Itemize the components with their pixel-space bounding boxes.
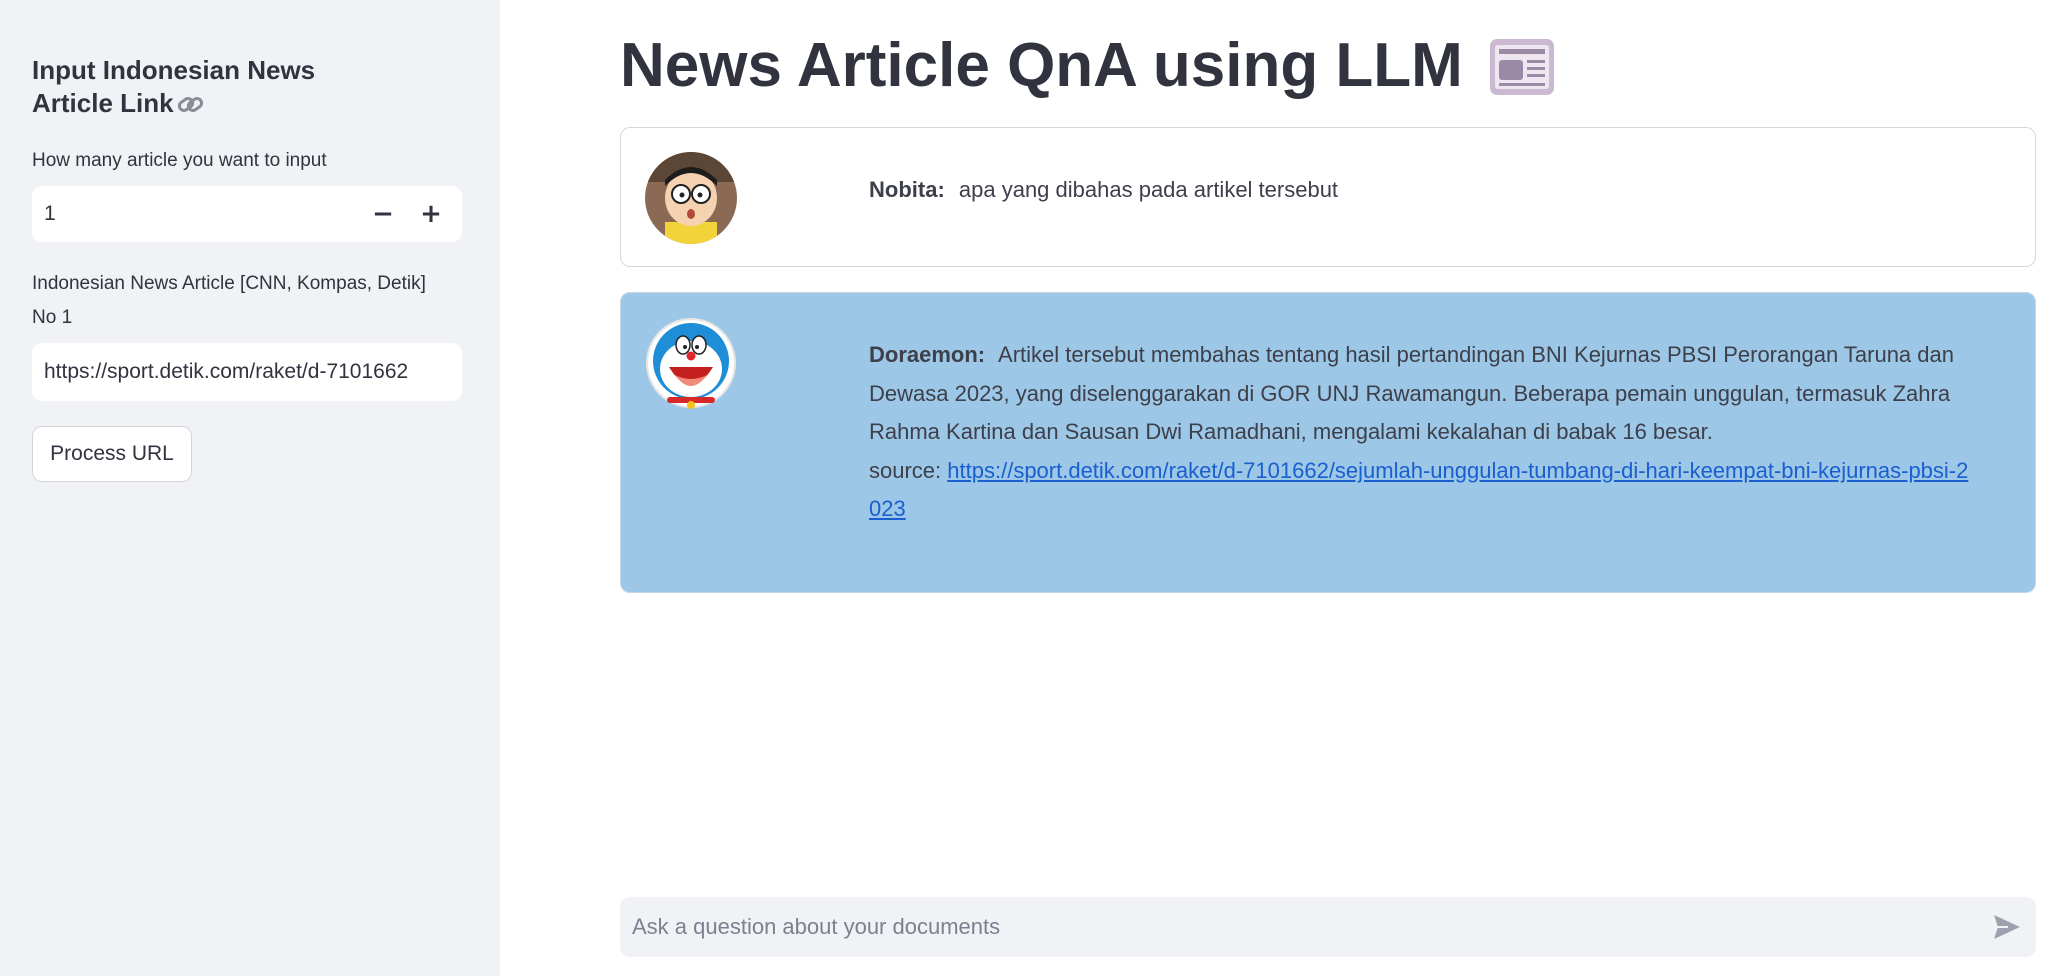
article-count-stepper[interactable]: 1 − +: [32, 186, 462, 242]
sidebar-title-text: Input Indonesian News Article Link: [32, 55, 316, 118]
assistant-speaker-name: Doraemon:: [869, 342, 986, 367]
article-count-value[interactable]: 1: [44, 186, 56, 242]
article-url-field[interactable]: https://sport.detik.com/raket/d-7101662: [32, 343, 462, 401]
chat-message-assistant: Doraemon: Artikel tersebut membahas tent…: [620, 292, 2036, 593]
source-link[interactable]: https://sport.detik.com/raket/d-7101662/…: [869, 458, 1968, 522]
link-icon: [177, 97, 203, 112]
user-speaker-name: Nobita:: [869, 177, 945, 202]
increment-button[interactable]: +: [408, 186, 454, 242]
newspaper-icon: [1489, 39, 1554, 95]
sidebar-title: Input Indonesian News Article Link: [32, 54, 392, 120]
chat-input-placeholder[interactable]: Ask a question about your documents: [632, 897, 1000, 957]
chat-message-user: Nobita: apa yang dibahas pada artikel te…: [620, 127, 2036, 267]
user-message-text: Nobita: apa yang dibahas pada artikel te…: [869, 171, 1975, 210]
app: Input Indonesian News Article Link How m…: [0, 0, 2064, 976]
page-title-text: News Article QnA using LLM: [620, 31, 1463, 100]
assistant-message-body: Artikel tersebut membahas tentang hasil …: [869, 342, 1954, 444]
article-url-label: Indonesian News Article [CNN, Kompas, De…: [32, 273, 426, 294]
article-url-value[interactable]: https://sport.detik.com/raket/d-7101662: [44, 343, 408, 401]
sidebar: Input Indonesian News Article Link How m…: [0, 0, 500, 976]
chat-input[interactable]: Ask a question about your documents: [620, 897, 2036, 957]
nobita-avatar: [645, 152, 737, 244]
user-message-body: apa yang dibahas pada artikel tersebut: [958, 177, 1339, 202]
process-url-button[interactable]: Process URL: [32, 426, 192, 482]
source-label: source:: [869, 457, 942, 483]
article-url-sublabel: No 1: [32, 307, 73, 328]
decrement-button[interactable]: −: [360, 186, 406, 242]
assistant-message-text: Doraemon: Artikel tersebut membahas tent…: [869, 336, 1975, 529]
page-title: News Article QnA using LLM: [620, 28, 1557, 104]
doraemon-avatar: [646, 318, 736, 409]
article-count-label: How many article you want to input: [32, 150, 327, 171]
send-icon[interactable]: [1992, 913, 2022, 941]
